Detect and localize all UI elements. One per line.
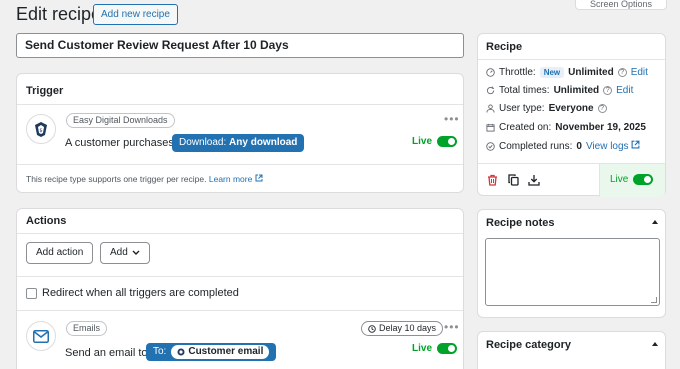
- add-dropdown-button[interactable]: Add: [100, 242, 150, 264]
- trigger-field-pill[interactable]: Download: Any download: [172, 134, 305, 152]
- trigger-panel: Trigger $ Easy Digital Downloads ••• A c…: [16, 73, 464, 193]
- edd-icon: $: [26, 114, 56, 144]
- screen-options-tab[interactable]: Screen Options: [575, 0, 667, 10]
- envelope-icon: [33, 329, 49, 343]
- duplicate-icon[interactable]: [508, 174, 519, 186]
- token-chip: Customer email: [171, 345, 270, 359]
- action-sentence: Send an email to: [65, 347, 148, 359]
- toggle-switch: [437, 136, 458, 147]
- notes-heading: Recipe notes: [486, 217, 555, 229]
- live-label: Live: [412, 343, 433, 354]
- trigger-sentence: A customer purchases: [65, 137, 174, 149]
- user-icon: [486, 104, 495, 113]
- page-title: Edit recipe: [16, 4, 102, 24]
- action-live-toggle[interactable]: Live: [412, 343, 458, 354]
- recipe-actions-bar: Live: [478, 163, 665, 197]
- view-logs-link[interactable]: View logs: [586, 140, 640, 152]
- completed-runs-row: Completed runs: 0 View logs: [486, 140, 640, 152]
- actions-heading: Actions: [26, 215, 67, 227]
- pill-label: To:: [153, 346, 167, 357]
- download-icon[interactable]: [528, 174, 540, 186]
- recipe-live-toggle[interactable]: Live: [610, 174, 654, 185]
- actions-panel: Actions Add action Add Redirect when all…: [16, 208, 464, 369]
- check-circle-icon: [486, 141, 495, 151]
- pill-label: Download:: [179, 137, 227, 148]
- live-label: Live: [412, 136, 433, 147]
- divider: [17, 104, 463, 105]
- action-field-pill[interactable]: To: Customer email: [146, 343, 277, 361]
- collapse-caret-icon[interactable]: [652, 342, 658, 346]
- trigger-live-toggle[interactable]: Live: [412, 136, 458, 147]
- email-icon-circle: [26, 321, 56, 351]
- created-on-row: Created on: November 19, 2025: [486, 122, 646, 133]
- trigger-heading: Trigger: [26, 85, 64, 97]
- trigger-more-icon[interactable]: •••: [444, 112, 460, 126]
- external-link-icon: [255, 174, 263, 182]
- recipe-category-panel: Recipe category: [477, 331, 666, 369]
- category-heading: Recipe category: [486, 339, 571, 351]
- recipe-notes-textarea[interactable]: [485, 238, 660, 306]
- redirect-checkbox[interactable]: [26, 288, 37, 299]
- recipe-title-input[interactable]: Send Customer Review Request After 10 Da…: [16, 33, 464, 58]
- divider: [17, 276, 463, 277]
- toggle-switch: [437, 343, 458, 354]
- throttle-row: Throttle: New Unlimited ? Edit: [486, 67, 648, 78]
- toggle-switch: [633, 174, 654, 185]
- total-edit-link[interactable]: Edit: [616, 85, 633, 96]
- svg-text:$: $: [39, 128, 42, 134]
- delay-badge[interactable]: Delay 10 days: [361, 321, 444, 336]
- calendar-icon: [486, 123, 495, 132]
- add-new-recipe-button[interactable]: Add new recipe: [93, 4, 178, 25]
- learn-more-link[interactable]: Learn more: [209, 174, 263, 184]
- note-text: This recipe type supports one trigger pe…: [26, 174, 207, 184]
- trash-icon[interactable]: [487, 174, 498, 186]
- edd-token-icon: [177, 348, 185, 356]
- help-icon[interactable]: ?: [603, 86, 613, 95]
- pill-value: Any download: [229, 137, 298, 148]
- integration-tag: Emails: [66, 321, 108, 336]
- redirect-label: Redirect when all triggers are completed: [42, 287, 239, 299]
- integration-tag: Easy Digital Downloads: [66, 113, 175, 128]
- total-times-row: Total times: Unlimited ? Edit: [486, 85, 633, 96]
- divider: [478, 59, 665, 60]
- new-badge: New: [539, 67, 565, 78]
- help-icon[interactable]: ?: [597, 104, 607, 113]
- recipe-heading: Recipe: [486, 41, 523, 53]
- divider: [17, 164, 463, 165]
- trigger-note: This recipe type supports one trigger pe…: [26, 174, 263, 184]
- recipe-info-panel: Recipe Throttle: New Unlimited ? Edit To…: [477, 33, 666, 197]
- action-more-icon[interactable]: •••: [444, 320, 460, 334]
- add-action-button[interactable]: Add action: [26, 242, 94, 264]
- chevron-down-icon: [132, 250, 140, 255]
- gauge-icon: [486, 68, 495, 77]
- live-label: Live: [610, 174, 629, 185]
- external-link-icon: [631, 140, 640, 149]
- refresh-icon: [486, 86, 495, 95]
- user-type-row: User type: Everyone ?: [486, 103, 607, 114]
- divider: [17, 233, 463, 234]
- clock-icon: [368, 324, 376, 333]
- resize-grip-icon[interactable]: [651, 297, 657, 303]
- collapse-caret-icon[interactable]: [652, 220, 658, 224]
- recipe-notes-panel: Recipe notes: [477, 209, 666, 318]
- divider: [17, 310, 463, 311]
- help-icon[interactable]: ?: [617, 68, 627, 77]
- recipe-live-area: Live: [599, 164, 665, 197]
- throttle-edit-link[interactable]: Edit: [631, 67, 648, 78]
